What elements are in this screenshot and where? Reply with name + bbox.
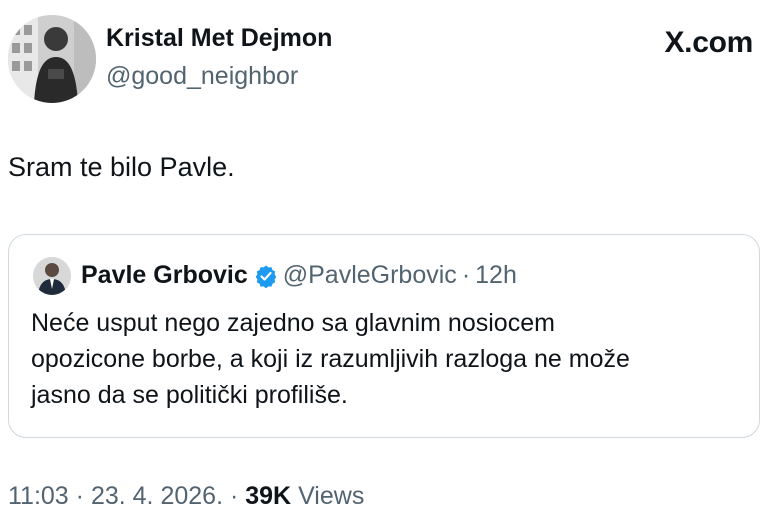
quoted-tweet-card[interactable]: Pavle Grbovic @PavleGrbovic · 12h Neće u… [8,234,760,438]
author-avatar[interactable] [8,15,96,103]
brand-logo: X.com [664,26,753,59]
quote-timestamp[interactable]: 12h [475,261,517,290]
author-handle[interactable]: @good_neighbor [106,62,298,91]
quote-text-line: Neće usput nego zajedno sa glavnim nosio… [31,309,555,337]
views-count: 39K [245,482,292,510]
quote-text-line: opozicone borbe, a koji iz razumljivih r… [31,345,630,373]
verified-badge-icon [254,264,278,288]
quote-separator: · [461,261,471,289]
quote-text-line: jasno da se politički profiliše. [31,381,348,409]
quote-author-handle[interactable]: @PavleGrbovic [283,261,457,290]
quote-author-avatar[interactable] [33,257,71,295]
author-name[interactable]: Kristal Met Dejmon [106,24,332,53]
tweet-meta: 11:03 · 23. 4. 2026. · 39K Views [8,482,364,510]
meta-separator: · [229,482,239,510]
tweet-time[interactable]: 11:03 [8,482,69,510]
tweet-screenshot: Kristal Met Dejmon @good_neighbor X.com … [0,0,765,510]
quote-header: Pavle Grbovic @PavleGrbovic · 12h [81,261,517,290]
meta-separator: · [75,482,84,510]
quote-author-name[interactable]: Pavle Grbovic [81,261,248,290]
tweet-text: Sram te bilo Pavle. [8,152,235,182]
tweet-date[interactable]: 23. 4. 2026. [91,482,223,510]
views-label: Views [298,482,365,510]
quote-text: Neće usput nego zajedno sa glavnim nosio… [31,305,751,413]
